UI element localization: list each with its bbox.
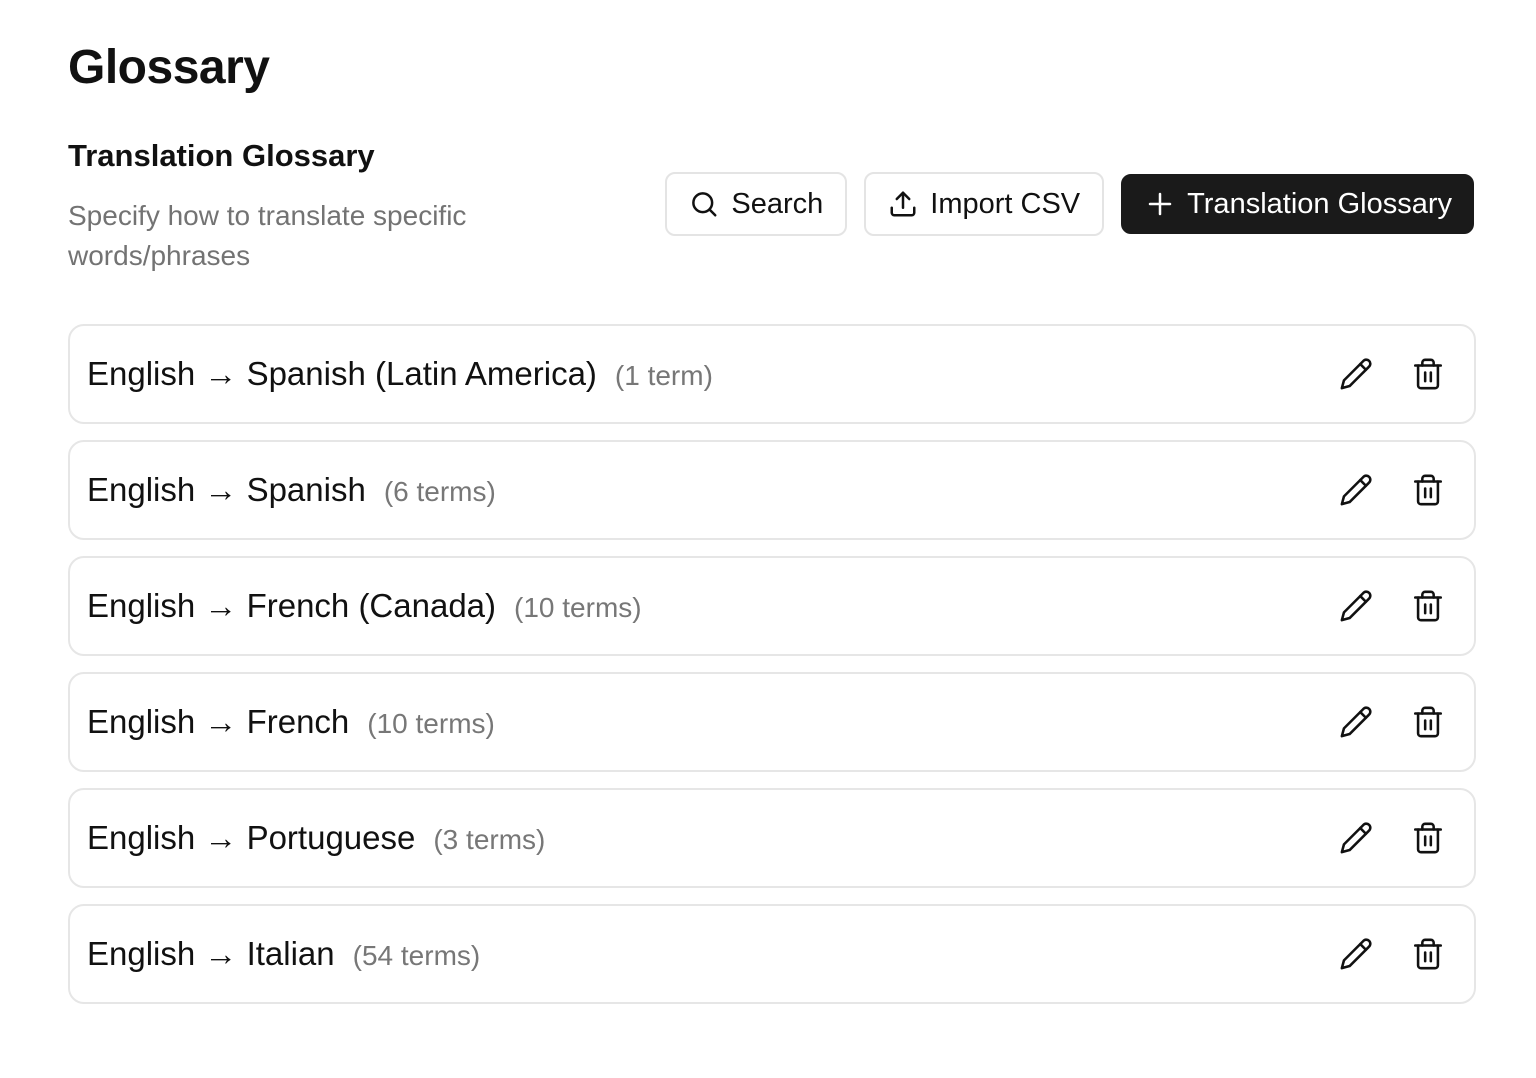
glossary-list: English → Spanish (Latin America) (1 ter… xyxy=(68,324,1476,1004)
pencil-icon xyxy=(1340,822,1372,854)
delete-button[interactable] xyxy=(1408,354,1448,394)
glossary-row-label: English → Spanish (6 terms) xyxy=(87,471,1336,509)
delete-button[interactable] xyxy=(1408,818,1448,858)
glossary-row[interactable]: English → French (Canada) (10 terms) xyxy=(68,556,1476,656)
glossary-name: English → French (Canada) xyxy=(87,587,497,624)
glossary-row-label: English → French (Canada) (10 terms) xyxy=(87,587,1336,625)
pencil-icon xyxy=(1340,706,1372,738)
glossary-row-label: English → French (10 terms) xyxy=(87,703,1336,741)
glossary-row[interactable]: English → Italian (54 terms) xyxy=(68,904,1476,1004)
row-actions xyxy=(1336,354,1448,394)
glossary-name: English → French xyxy=(87,703,350,740)
row-actions xyxy=(1336,934,1448,974)
edit-button[interactable] xyxy=(1336,934,1376,974)
glossary-term-count: (54 terms) xyxy=(352,940,481,971)
glossary-name: English → Spanish xyxy=(87,471,366,508)
glossary-term-count: (10 terms) xyxy=(514,592,642,623)
section-title: Translation Glossary xyxy=(68,138,375,173)
trash-icon xyxy=(1413,474,1443,506)
search-icon xyxy=(689,189,719,219)
glossary-row[interactable]: English → Spanish (6 terms) xyxy=(68,440,1476,540)
search-button-label: Search xyxy=(731,187,824,220)
row-actions xyxy=(1336,586,1448,626)
trash-icon xyxy=(1413,358,1443,390)
toolbar: Search Import CSV Translation Glossary xyxy=(665,172,1474,236)
glossary-term-count: (10 terms) xyxy=(367,708,495,739)
trash-icon xyxy=(1413,822,1443,854)
row-actions xyxy=(1336,470,1448,510)
trash-icon xyxy=(1413,706,1443,738)
import-csv-button[interactable]: Import CSV xyxy=(864,172,1105,236)
glossary-term-count: (1 term) xyxy=(614,360,713,391)
pencil-icon xyxy=(1340,474,1372,506)
delete-button[interactable] xyxy=(1408,586,1448,626)
import-csv-button-label: Import CSV xyxy=(930,187,1081,220)
edit-button[interactable] xyxy=(1336,354,1376,394)
section-description: Specify how to translate specific words/… xyxy=(68,200,467,271)
delete-button[interactable] xyxy=(1408,470,1448,510)
glossary-name: English → Italian xyxy=(87,935,335,972)
add-translation-glossary-label: Translation Glossary xyxy=(1187,187,1452,220)
glossary-row-label: English → Italian (54 terms) xyxy=(87,935,1336,973)
delete-button[interactable] xyxy=(1408,702,1448,742)
plus-icon xyxy=(1145,189,1175,219)
pencil-icon xyxy=(1340,590,1372,622)
glossary-term-count: (3 terms) xyxy=(433,824,546,855)
edit-button[interactable] xyxy=(1336,470,1376,510)
trash-icon xyxy=(1413,590,1443,622)
glossary-name: English → Spanish (Latin America) xyxy=(87,355,597,392)
row-actions xyxy=(1336,818,1448,858)
glossary-row-label: English → Spanish (Latin America) (1 ter… xyxy=(87,355,1336,393)
upload-icon xyxy=(888,189,918,219)
row-actions xyxy=(1336,702,1448,742)
edit-button[interactable] xyxy=(1336,702,1376,742)
glossary-row[interactable]: English → Portuguese (3 terms) xyxy=(68,788,1476,888)
pencil-icon xyxy=(1340,358,1372,390)
add-translation-glossary-button[interactable]: Translation Glossary xyxy=(1121,174,1474,234)
glossary-row[interactable]: English → French (10 terms) xyxy=(68,672,1476,772)
glossary-row[interactable]: English → Spanish (Latin America) (1 ter… xyxy=(68,324,1476,424)
glossary-row-label: English → Portuguese (3 terms) xyxy=(87,819,1336,857)
pencil-icon xyxy=(1340,938,1372,970)
edit-button[interactable] xyxy=(1336,818,1376,858)
glossary-name: English → Portuguese xyxy=(87,819,416,856)
glossary-term-count: (6 terms) xyxy=(383,476,496,507)
delete-button[interactable] xyxy=(1408,934,1448,974)
page-title: Glossary xyxy=(68,41,270,94)
trash-icon xyxy=(1413,938,1443,970)
edit-button[interactable] xyxy=(1336,586,1376,626)
search-button[interactable]: Search xyxy=(665,172,848,236)
